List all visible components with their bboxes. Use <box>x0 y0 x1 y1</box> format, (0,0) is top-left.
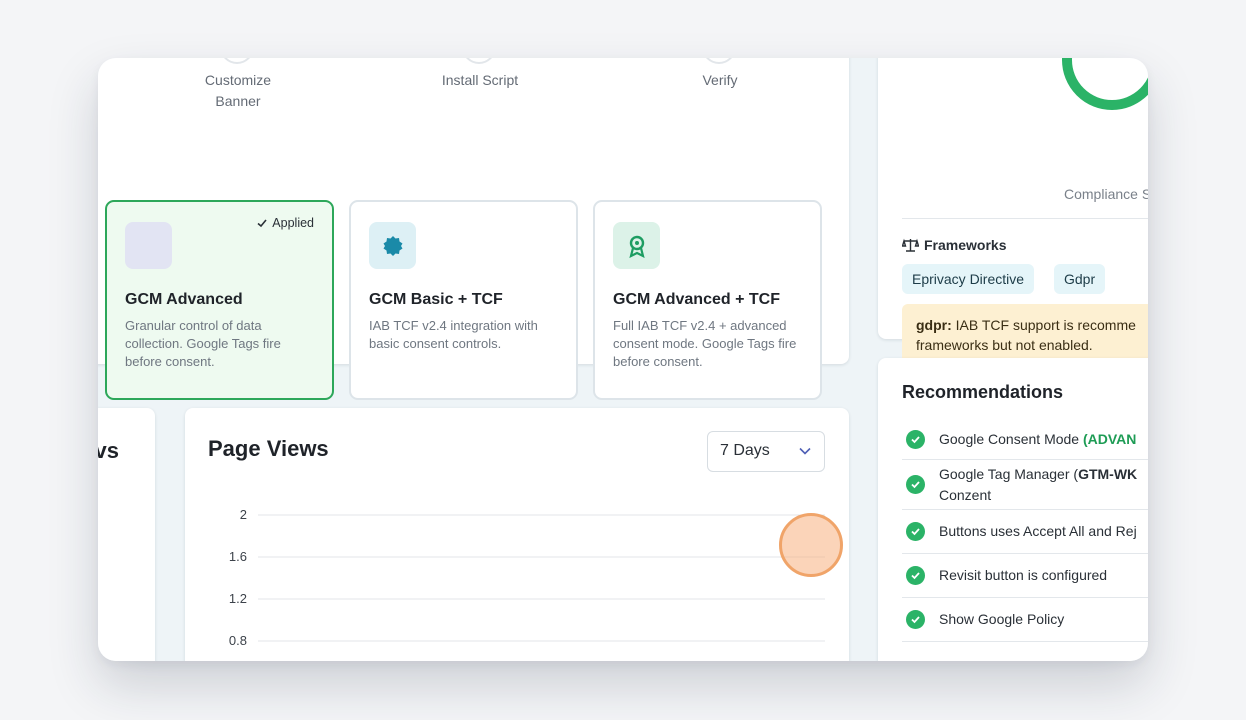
rec-text: Revisit button is configured <box>939 567 1108 583</box>
check-circle-icon <box>906 610 925 629</box>
rec-text: Show Google Policy <box>939 611 1065 627</box>
page-views-card: Page Views 7 Days 2 1.6 1.2 0.8 <box>185 408 849 661</box>
step-label: Verify <box>702 72 738 88</box>
mode-card-gcm-advanced-tcf[interactable]: GCM Advanced + TCF Full IAB TCF v2.4 + a… <box>593 200 822 400</box>
applied-label: Applied <box>272 216 314 230</box>
mode-description: IAB TCF v2.4 integration with basic cons… <box>369 318 538 351</box>
mode-card-gcm-basic-tcf[interactable]: GCM Basic + TCF IAB TCF v2.4 integration… <box>349 200 578 400</box>
award-icon <box>613 222 660 269</box>
step-install-script[interactable]: Install Script <box>410 70 550 91</box>
chevron-down-icon <box>799 447 811 455</box>
step-circle-install <box>462 58 496 64</box>
y-tick-label: 0.8 <box>229 633 247 648</box>
step-circle-verify <box>702 58 736 64</box>
page-views-title: Page Views <box>208 436 329 461</box>
compliance-card: Compliance S Frameworks Eprivacy Directi… <box>878 58 1148 365</box>
step-customize-banner[interactable]: Customize Banner <box>168 70 308 112</box>
compliance-gauge <box>1062 58 1148 110</box>
card-title: vs <box>98 438 119 463</box>
rec-text: Google Consent Mode <box>939 431 1083 447</box>
warning-text-2: frameworks but not enabled. <box>916 337 1093 353</box>
gdpr-warning: gdpr: IAB TCF support is recomme framewo… <box>902 304 1148 365</box>
scale-icon <box>902 238 919 252</box>
consent-mode-card: Customize Banner Install Script Verify A… <box>98 58 849 400</box>
mode-description: Granular control of data collection. Goo… <box>125 318 281 369</box>
range-select[interactable]: 7 Days <box>707 431 825 472</box>
check-circle-icon <box>906 566 925 585</box>
warning-text: IAB TCF support is recomme <box>951 317 1136 333</box>
app-window: Customize Banner Install Script Verify A… <box>98 58 1148 661</box>
check-icon <box>257 219 267 228</box>
rec-text: Buttons uses Accept All and Rej <box>939 523 1137 539</box>
check-circle-icon <box>906 475 925 494</box>
step-circle-customize <box>220 58 254 64</box>
mode-card-gcm-advanced[interactable]: Applied GCM Advanced Granular control of… <box>105 200 334 400</box>
warning-key: gdpr: <box>916 317 952 333</box>
mode-description: Full IAB TCF v2.4 + advanced consent mod… <box>613 318 797 369</box>
y-tick-label: 1.2 <box>229 591 247 606</box>
page-views-chart: 2 1.6 1.2 0.8 <box>229 507 825 648</box>
step-label: Customize Banner <box>204 72 272 109</box>
framework-tag-eprivacy: Eprivacy Directive <box>902 264 1035 294</box>
recommendations-title: Recommendations <box>902 382 1064 402</box>
applied-badge: Applied <box>256 216 314 230</box>
mode-title: GCM Advanced + TCF <box>613 291 780 308</box>
range-select-value: 7 Days <box>720 442 770 459</box>
recommendation-item: Revisit button is configured <box>902 554 1148 598</box>
blank-icon <box>125 222 172 269</box>
badge-seal-icon <box>369 222 416 269</box>
rec-bold: GTM-WK <box>1078 465 1138 482</box>
y-tick-label: 2 <box>240 507 247 522</box>
recommendation-item: Google Consent Mode (ADVAN <box>902 420 1148 460</box>
step-verify[interactable]: Verify <box>650 70 790 91</box>
framework-tag-gdpr: Gdpr <box>1054 264 1106 294</box>
divider <box>902 218 1148 219</box>
step-label: Install Script <box>441 72 519 88</box>
rec-highlight: (ADVAN <box>1082 431 1137 447</box>
frameworks-title: Frameworks <box>902 237 1006 253</box>
compliance-score-label: Compliance S <box>1064 186 1148 202</box>
frameworks-label: Frameworks <box>924 237 1007 253</box>
rec-text-2: Conzent <box>939 486 992 503</box>
cursor-highlight <box>779 513 843 577</box>
mode-title: GCM Basic + TCF <box>369 291 503 308</box>
check-circle-icon <box>906 430 925 449</box>
mode-title: GCM Advanced <box>125 291 243 308</box>
recommendations-card: Recommendations Google Consent Mode (ADV… <box>878 358 1148 661</box>
recommendation-item: Buttons uses Accept All and Rej <box>902 510 1148 554</box>
check-circle-icon <box>906 522 925 541</box>
left-card: vs <box>98 408 155 661</box>
recommendation-item: Show Google Policy <box>902 598 1148 642</box>
y-tick-label: 1.6 <box>229 549 247 564</box>
recommendation-item: Google Tag Manager (GTM-WK Conzent <box>902 460 1148 510</box>
rec-text: Google Tag Manager ( <box>939 465 1079 482</box>
